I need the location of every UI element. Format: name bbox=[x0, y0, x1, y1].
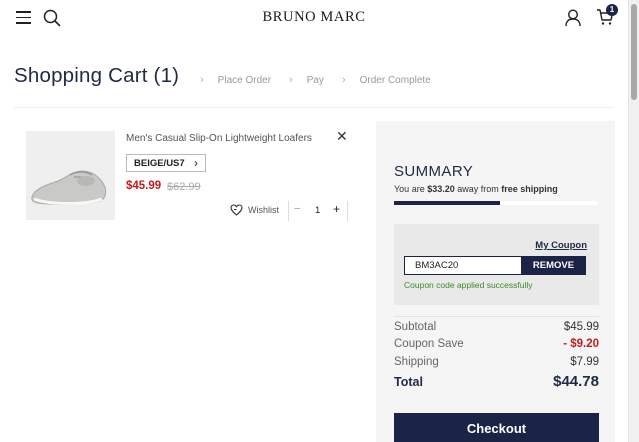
order-summary-panel: SUMMARY You are $33.20 away from free sh… bbox=[376, 121, 615, 442]
increase-quantity-button[interactable]: + bbox=[333, 202, 340, 216]
free-shipping-label: free shipping bbox=[501, 184, 558, 194]
step-place-order: Place Order bbox=[217, 74, 272, 86]
coupon-code-input[interactable] bbox=[404, 256, 522, 275]
shipping-row: Shipping $7.99 bbox=[394, 356, 599, 368]
coupon-save-value: - $9.20 bbox=[563, 338, 599, 350]
subtotal-row: Subtotal $45.99 bbox=[394, 321, 599, 333]
site-header: BRUNO MARC 1 bbox=[0, 0, 628, 36]
wishlist-button[interactable]: Wishlist bbox=[230, 204, 279, 216]
product-name[interactable]: Men's Casual Slip-On Lightweight Loafers bbox=[126, 133, 312, 144]
subtotal-label: Subtotal bbox=[394, 321, 437, 333]
heart-icon bbox=[230, 204, 243, 216]
coupon-box: My Coupon REMOVE Coupon code applied suc… bbox=[394, 224, 599, 305]
coupon-save-row: Coupon Save - $9.20 bbox=[394, 338, 599, 350]
decrease-quantity-button[interactable]: − bbox=[294, 203, 300, 215]
chevron-right-icon: › bbox=[194, 156, 198, 170]
checkout-steps: › Place Order › Pay › Order Complete bbox=[200, 74, 449, 86]
subtotal-value: $45.99 bbox=[563, 321, 599, 333]
scrollbar-thumb[interactable] bbox=[631, 4, 637, 100]
coupon-save-label: Coupon Save bbox=[394, 338, 464, 350]
shipping-value: $7.99 bbox=[570, 356, 599, 368]
coupon-success-message: Coupon code applied successfully bbox=[404, 280, 533, 290]
step-order-complete: Order Complete bbox=[359, 74, 431, 86]
original-price: $62.99 bbox=[167, 181, 201, 193]
close-icon[interactable]: ✕ bbox=[336, 128, 348, 145]
my-coupon-link[interactable]: My Coupon bbox=[535, 240, 587, 251]
progress-fill bbox=[394, 201, 501, 205]
free-shipping-message: You are $33.20 away from free shipping bbox=[394, 184, 558, 194]
checkout-button[interactable]: Checkout bbox=[394, 413, 599, 442]
header-divider bbox=[14, 107, 614, 108]
page-scrollbar[interactable] bbox=[628, 0, 639, 442]
free-shipping-progress bbox=[394, 201, 598, 205]
product-image[interactable] bbox=[26, 131, 115, 220]
loafer-shoe-image bbox=[26, 131, 115, 220]
wishlist-label: Wishlist bbox=[248, 205, 279, 215]
sale-price: $45.99 bbox=[126, 180, 162, 192]
shipping-label: Shipping bbox=[394, 356, 439, 368]
summary-title: SUMMARY bbox=[394, 163, 474, 180]
remove-coupon-button[interactable]: REMOVE bbox=[521, 256, 586, 275]
chevron-right-icon: › bbox=[200, 74, 204, 86]
quantity-value: 1 bbox=[315, 205, 321, 216]
total-value: $44.78 bbox=[553, 373, 599, 390]
quantity-stepper: − 1 + bbox=[288, 201, 348, 221]
chevron-right-icon: › bbox=[289, 74, 293, 86]
total-row: Total $44.78 bbox=[394, 373, 599, 390]
brand-logo[interactable]: BRUNO MARC bbox=[0, 9, 628, 26]
step-pay: Pay bbox=[306, 74, 324, 86]
cart-count-badge: 1 bbox=[606, 4, 618, 16]
page-title: Shopping Cart (1) bbox=[14, 64, 180, 87]
chevron-right-icon: › bbox=[341, 74, 346, 86]
user-icon[interactable] bbox=[565, 9, 581, 27]
variant-label: BEIGE/US7 bbox=[134, 158, 185, 169]
shipping-remaining-amount: $33.20 bbox=[427, 184, 455, 194]
variant-selector[interactable]: BEIGE/US7 › bbox=[126, 154, 206, 172]
total-label: Total bbox=[394, 375, 423, 389]
summary-divider bbox=[394, 316, 599, 317]
